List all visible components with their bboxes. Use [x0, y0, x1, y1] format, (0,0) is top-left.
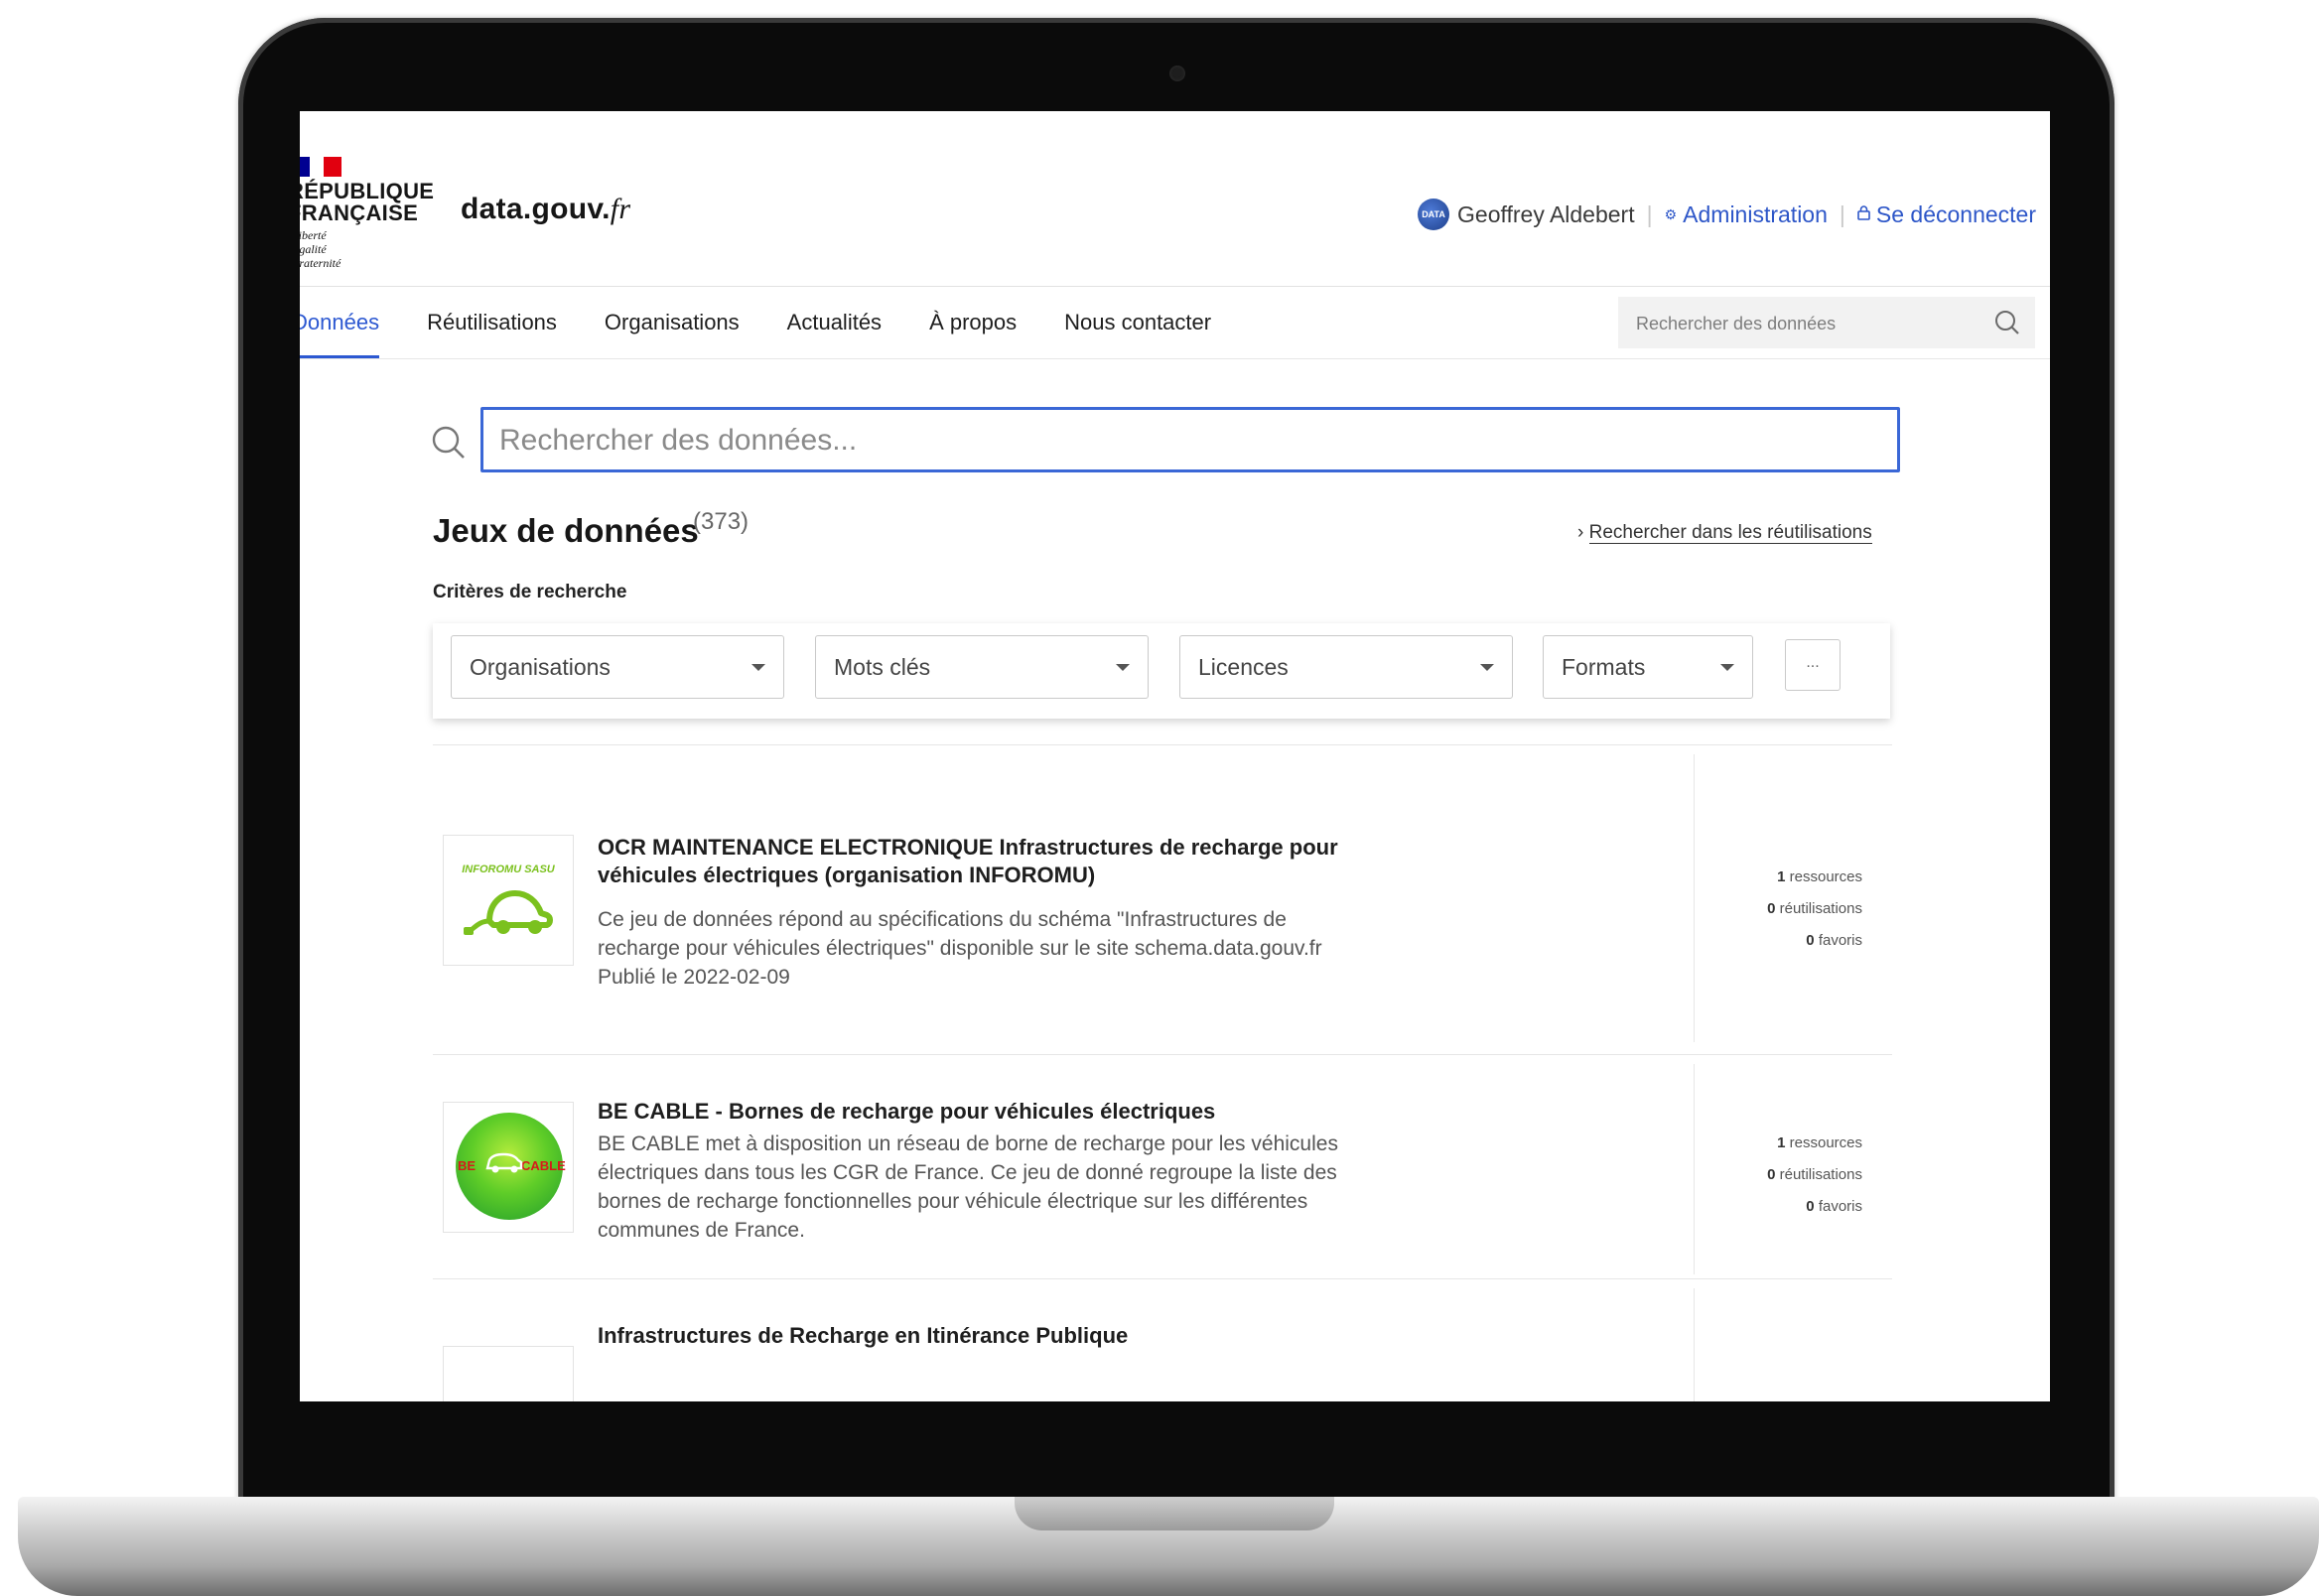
filter-keywords-label: Mots clés [834, 654, 931, 680]
organization-logo: BE CABLE [443, 1102, 574, 1233]
logout-label: Se déconnecter [1875, 200, 2036, 227]
site-name: data.gouv. [461, 193, 611, 225]
logo-text-left: BE [458, 1158, 477, 1173]
nav-item-a-propos[interactable]: À propos [929, 287, 1017, 358]
laptop-base-notch [1015, 1497, 1334, 1530]
gear-icon: ⚙ [1664, 205, 1678, 222]
resources-count: 1 ressources [1777, 1134, 1862, 1151]
divider [433, 1054, 1892, 1055]
search-reuses-label: Rechercher dans les réutilisations [1588, 522, 1872, 544]
site-tld: fr [610, 193, 631, 225]
lock-icon [1857, 205, 1870, 223]
logout-link[interactable]: Se déconnecter [1857, 201, 2036, 228]
main-navigation: Données Réutilisations Organisations Act… [300, 287, 2050, 359]
site-logo[interactable]: data.gouv.fr [461, 193, 630, 226]
header-search-box [1618, 297, 2035, 350]
organization-logo: INFOROMU SASU [443, 835, 574, 966]
header-search-input[interactable] [1634, 297, 1985, 350]
dataset-title[interactable]: OCR MAINTENANCE ELECTRONIQUE Infrastruct… [598, 834, 1352, 889]
dataset-card[interactable]: BE CABLE BE CABLE - Bornes de recharge p… [433, 1090, 1892, 1268]
dataset-count-value: 373 [701, 508, 742, 535]
nav-item-reutilisations[interactable]: Réutilisations [427, 287, 557, 358]
avatar[interactable]: DATA [1418, 199, 1450, 230]
administration-link[interactable]: ⚙ Administration [1665, 201, 1828, 228]
car-icon [485, 1152, 523, 1173]
chevron-down-icon [1480, 664, 1494, 671]
resources-count: 1 ressources [1777, 868, 1862, 885]
dataset-stats: 1 ressources 0 réutilisations 0 favoris [1694, 1128, 1862, 1223]
divider [433, 744, 1892, 745]
dataset-card[interactable]: INFOROMU SASU OCR MAINTENANCE ELECTRONIQ… [433, 806, 1892, 1004]
favorites-count: 0 favoris [1806, 1198, 1862, 1215]
nav-item-donnees[interactable]: Données [300, 287, 380, 358]
search-icon [432, 426, 465, 459]
filter-bar: Organisations Mots clés Licences Formats… [433, 623, 1890, 719]
filter-licences[interactable]: Licences [1179, 635, 1513, 699]
user-menu: DATA Geoffrey Aldebert | ⚙ Administratio… [1418, 199, 2036, 230]
search-icon[interactable] [1993, 309, 2021, 336]
dataset-search-box [480, 407, 1900, 472]
search-criteria-label: Critères de recherche [433, 582, 627, 602]
chevron-right-icon: › [1577, 522, 1584, 543]
filter-organisations[interactable]: Organisations [451, 635, 784, 699]
organization-logo [443, 1346, 574, 1401]
dataset-title[interactable]: Infrastructures de Recharge en Itinéranc… [598, 1322, 1352, 1350]
divider: | [1839, 200, 1845, 227]
filter-organisations-label: Organisations [470, 654, 611, 680]
dataset-card[interactable]: Infrastructures de Recharge en Itinéranc… [433, 1308, 1892, 1401]
chevron-down-icon [1116, 664, 1130, 671]
user-name[interactable]: Geoffrey Aldebert [1457, 201, 1635, 228]
site-header: RÉPUBLIQUE FRANÇAISE Liberté Égalité Fra… [300, 111, 2050, 287]
divider: | [1646, 200, 1653, 227]
more-filters-button[interactable]: ... [1785, 639, 1841, 691]
republique-francaise-logo-text[interactable]: RÉPUBLIQUE FRANÇAISE [300, 181, 434, 224]
dataset-description: Ce jeu de données répond au spécificatio… [598, 908, 1322, 989]
chevron-down-icon [1720, 664, 1734, 671]
nav-item-organisations[interactable]: Organisations [605, 287, 740, 358]
page-title: Jeux de données [433, 512, 699, 549]
dataset-stats: 1 ressources 0 réutilisations 0 favoris [1694, 862, 1862, 957]
republic-motto: Liberté Égalité Fraternité [300, 228, 341, 270]
reuses-count: 0 réutilisations [1767, 1166, 1862, 1183]
nav-item-actualites[interactable]: Actualités [787, 287, 882, 358]
electric-car-plug-icon [464, 890, 553, 935]
search-reuses-link[interactable]: › Rechercher dans les réutilisations [1577, 522, 1872, 544]
filter-formats[interactable]: Formats [1543, 635, 1753, 699]
logo-text: INFOROMU SASU [462, 864, 555, 875]
dataset-title[interactable]: BE CABLE - Bornes de recharge pour véhic… [598, 1098, 1352, 1126]
dataset-count: (373) [693, 508, 750, 535]
reuses-count: 0 réutilisations [1767, 900, 1862, 917]
favorites-count: 0 favoris [1806, 932, 1862, 949]
nav-item-nous-contacter[interactable]: Nous contacter [1064, 287, 1211, 358]
marianne-flag-icon [300, 157, 341, 177]
administration-label: Administration [1683, 200, 1828, 227]
chevron-down-icon [751, 664, 765, 671]
filter-keywords[interactable]: Mots clés [815, 635, 1149, 699]
divider [433, 1278, 1892, 1279]
dataset-description: BE CABLE met à disposition un réseau de … [598, 1132, 1338, 1242]
logo-text-right: CABLE [521, 1158, 566, 1173]
browser-viewport: RÉPUBLIQUE FRANÇAISE Liberté Égalité Fra… [300, 111, 2050, 1401]
filter-licences-label: Licences [1198, 654, 1289, 680]
filter-formats-label: Formats [1562, 654, 1646, 680]
camera-icon [1169, 66, 1185, 81]
dataset-search-input[interactable] [497, 410, 1881, 471]
